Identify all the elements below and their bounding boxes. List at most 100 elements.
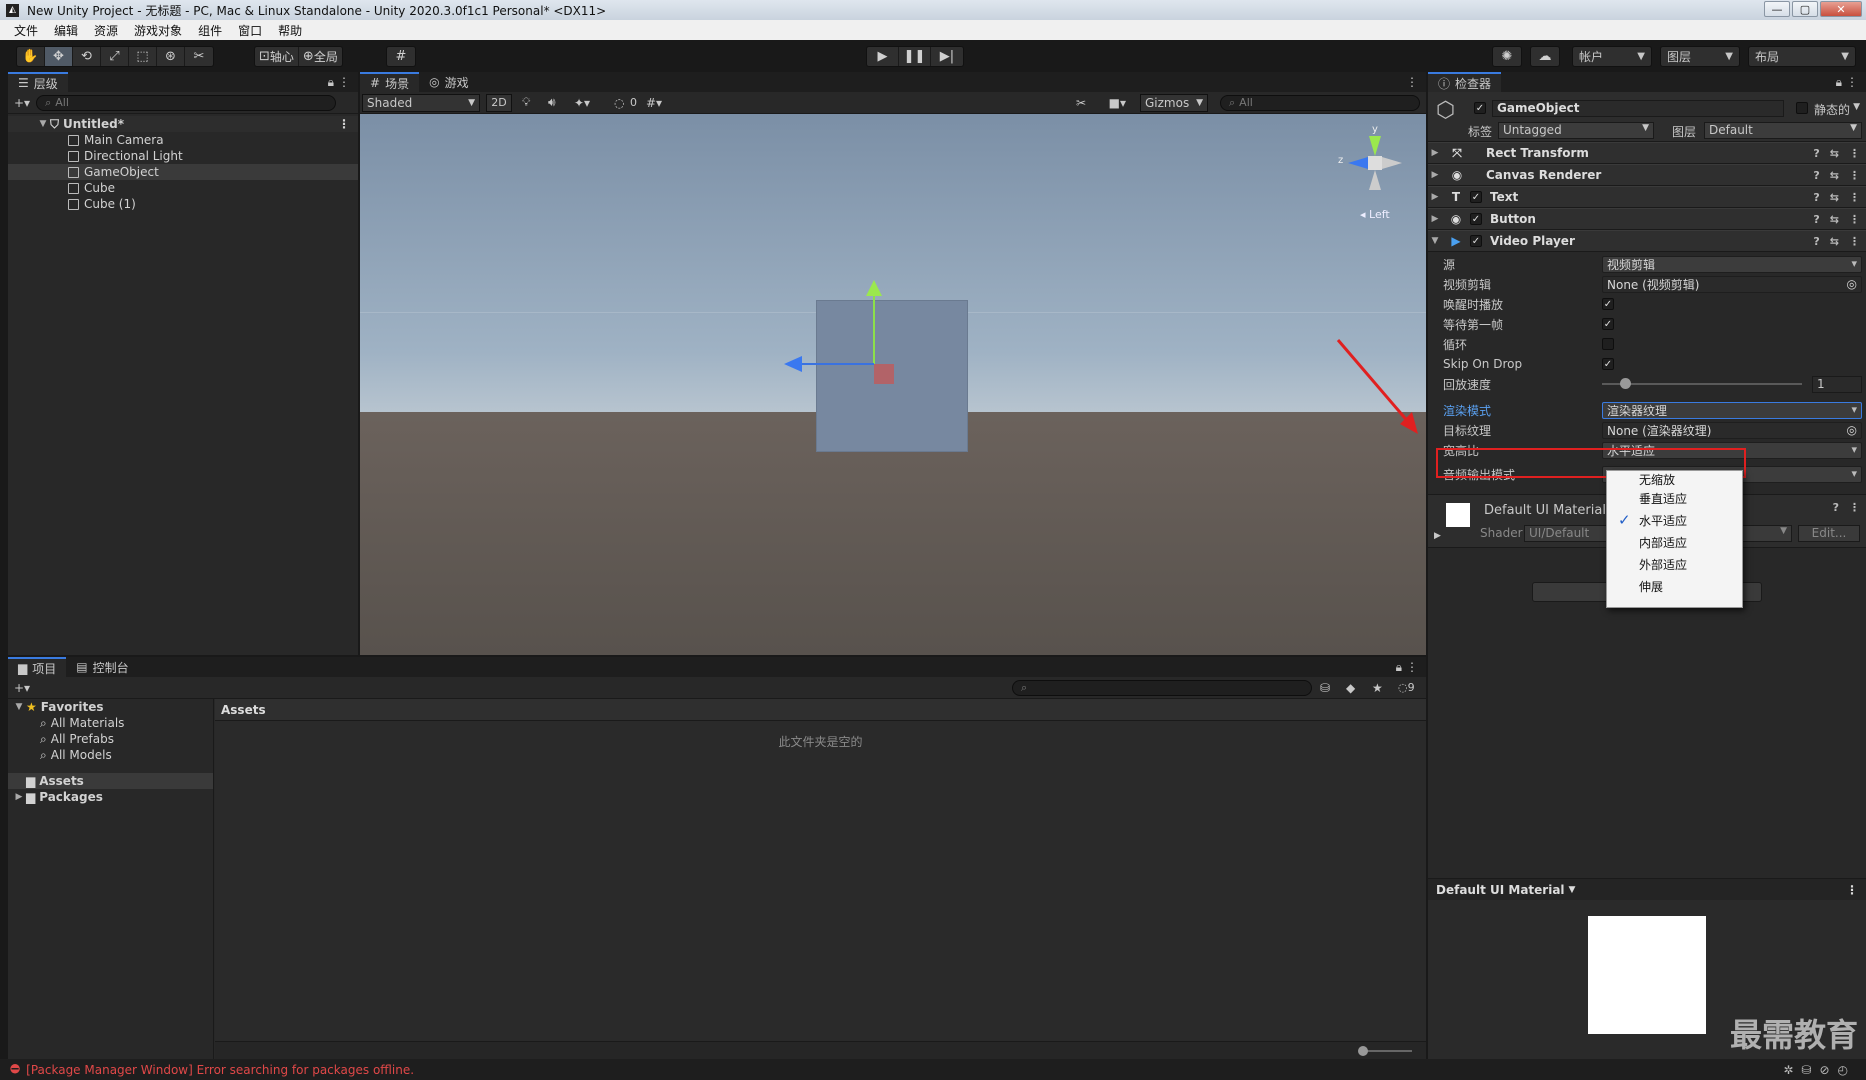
scale-tool-icon[interactable]: ⤢: [101, 47, 129, 66]
layers-dropdown[interactable]: 图层 ▼: [1660, 46, 1740, 67]
component-button[interactable]: ▶ ◉ ✓ Button ? ⇆ ⋮: [1428, 208, 1866, 230]
hidden-packages-indicator[interactable]: ◌9: [1398, 681, 1415, 694]
folder-assets[interactable]: ▆ Assets: [8, 773, 213, 789]
layer-dropdown[interactable]: Default ▼: [1704, 122, 1862, 139]
auto-refresh-icon[interactable]: ⊘: [1819, 1063, 1837, 1077]
hierarchy-item[interactable]: Cube: [8, 180, 358, 196]
favorite-item[interactable]: ⌕ All Prefabs: [8, 731, 213, 747]
aspect-option[interactable]: 无缩放: [1607, 471, 1742, 487]
gizmos-dropdown[interactable]: Gizmos ▼: [1140, 93, 1208, 112]
zoom-slider-track[interactable]: [1362, 1050, 1412, 1052]
favorite-item[interactable]: ⌕ All Materials: [8, 715, 213, 731]
status-message[interactable]: [Package Manager Window] Error searching…: [26, 1063, 414, 1077]
aspect-option[interactable]: 伸展: [1607, 575, 1742, 597]
menu-component[interactable]: 组件: [192, 22, 232, 39]
transform-tool-icon[interactable]: ⊛: [157, 47, 185, 66]
cloud-icon[interactable]: ☁: [1531, 47, 1559, 66]
grid-snap-icon[interactable]: #: [387, 47, 415, 66]
tab-project[interactable]: ▆ 项目: [8, 657, 67, 677]
move-tool-icon[interactable]: ✥: [45, 47, 73, 66]
camera-icon[interactable]: ■▾: [1109, 96, 1126, 110]
tag-dropdown[interactable]: Untagged ▼: [1498, 122, 1654, 139]
collab-icon[interactable]: ✺: [1493, 47, 1521, 66]
aspect-option-checked[interactable]: ✓ 水平适应: [1607, 509, 1742, 531]
menu-assets[interactable]: 资源: [88, 22, 128, 39]
playback-speed-input[interactable]: 1: [1812, 375, 1862, 393]
tab-hierarchy[interactable]: ☰ 层级: [8, 72, 68, 92]
shader-edit-button[interactable]: Edit...: [1798, 525, 1860, 542]
folder-packages[interactable]: ▶ ▆ Packages: [8, 789, 213, 805]
lighting-icon[interactable]: 💡︎: [522, 95, 530, 110]
zoom-slider-thumb[interactable]: [1358, 1046, 1368, 1056]
skip-on-drop-checkbox[interactable]: ✓: [1602, 358, 1614, 370]
help-icon[interactable]: ?: [1813, 191, 1819, 204]
menu-window[interactable]: 窗口: [232, 22, 272, 39]
wait-first-frame-checkbox[interactable]: ✓: [1602, 318, 1614, 330]
favorites-row[interactable]: ▼ ★ Favorites: [8, 699, 213, 715]
grid-toggle-icon[interactable]: #▾: [646, 96, 662, 110]
tools-icon[interactable]: ✂: [1076, 96, 1086, 110]
add-icon[interactable]: +▾: [14, 681, 30, 695]
maximize-button[interactable]: ▢: [1792, 1, 1818, 17]
loop-checkbox[interactable]: [1602, 338, 1614, 350]
more-menu-icon[interactable]: ⋮: [1406, 660, 1418, 674]
close-button[interactable]: ✕: [1820, 1, 1862, 17]
play-on-awake-checkbox[interactable]: ✓: [1602, 298, 1614, 310]
filter-type-icon[interactable]: ⛁: [1320, 681, 1330, 695]
more-menu-icon[interactable]: ⋮: [1406, 75, 1418, 89]
bug-icon[interactable]: ✲: [1783, 1063, 1801, 1077]
help-icon[interactable]: ?: [1813, 213, 1819, 226]
tab-game[interactable]: ◎ 游戏: [419, 72, 479, 92]
audio-icon[interactable]: 🔊︎: [548, 95, 556, 110]
active-checkbox[interactable]: ✓: [1474, 102, 1486, 114]
aspect-option[interactable]: 垂直适应: [1607, 487, 1742, 509]
tab-inspector[interactable]: ⓘ 检查器: [1428, 72, 1502, 92]
tab-console[interactable]: ▤ 控制台: [66, 657, 138, 677]
menu-help[interactable]: 帮助: [272, 22, 312, 39]
more-menu-icon[interactable]: ⋮: [1849, 191, 1860, 204]
component-rect-transform[interactable]: ▶ ⤧ Rect Transform ? ⇆ ⋮: [1428, 142, 1866, 164]
help-icon[interactable]: ?: [1833, 501, 1839, 514]
rect-tool-icon[interactable]: ⬚: [129, 47, 157, 66]
pivot-toggle[interactable]: ⊡ 轴心: [255, 47, 299, 66]
aspect-option[interactable]: 内部适应: [1607, 531, 1742, 553]
chevron-down-icon[interactable]: ▼: [1853, 102, 1860, 112]
more-menu-icon[interactable]: ⋮: [1849, 501, 1860, 514]
clip-object-field[interactable]: None (视频剪辑) ◎: [1602, 275, 1862, 293]
more-menu-icon[interactable]: ⋮: [1849, 147, 1860, 160]
render-mode-dropdown[interactable]: 渲染器纹理: [1602, 401, 1862, 419]
source-dropdown[interactable]: 视频剪辑: [1602, 255, 1862, 273]
help-icon[interactable]: ?: [1813, 169, 1819, 182]
aspect-option[interactable]: 外部适应: [1607, 553, 1742, 575]
lock-icon[interactable]: 🔒︎: [328, 75, 334, 90]
favorite-item[interactable]: ⌕ All Models: [8, 747, 213, 763]
add-icon[interactable]: +▾: [14, 96, 30, 110]
minimize-button[interactable]: —: [1764, 1, 1790, 17]
lock-icon[interactable]: 🔒︎: [1396, 660, 1402, 675]
preset-icon[interactable]: ⇆: [1830, 169, 1839, 182]
project-breadcrumb[interactable]: Assets: [215, 699, 1426, 721]
playback-speed-slider-thumb[interactable]: [1620, 378, 1631, 389]
component-canvas-renderer[interactable]: ▶ ◉ Canvas Renderer ? ⇆ ⋮: [1428, 164, 1866, 186]
shading-dropdown[interactable]: Shaded ▼: [362, 93, 480, 112]
effects-icon[interactable]: ✦▾: [574, 96, 590, 110]
scene-viewport[interactable]: y z ◂ Left: [360, 114, 1426, 655]
playback-speed-slider-track[interactable]: [1602, 383, 1802, 385]
hierarchy-item-selected[interactable]: GameObject: [8, 164, 358, 180]
component-enabled-checkbox[interactable]: ✓: [1470, 235, 1482, 247]
account-dropdown[interactable]: 帐户 ▼: [1572, 46, 1652, 67]
more-menu-icon[interactable]: ⋮: [338, 75, 350, 89]
menu-edit[interactable]: 编辑: [48, 22, 88, 39]
filter-label-icon[interactable]: ◆: [1346, 681, 1355, 695]
component-enabled-checkbox[interactable]: ✓: [1470, 213, 1482, 225]
more-menu-icon[interactable]: ⋮: [1846, 883, 1858, 897]
mode-2d-button[interactable]: 2D: [486, 93, 512, 112]
scene-search-input[interactable]: ⌕ All: [1220, 94, 1420, 111]
cache-icon[interactable]: ⛁: [1801, 1063, 1819, 1077]
preset-icon[interactable]: ⇆: [1830, 147, 1839, 160]
more-menu-icon[interactable]: ⋮: [1849, 235, 1860, 248]
hand-tool-icon[interactable]: ✋: [17, 47, 45, 66]
target-texture-field[interactable]: None (渲染器纹理) ◎: [1602, 421, 1862, 439]
lock-icon[interactable]: 🔒︎: [1836, 75, 1842, 90]
preset-icon[interactable]: ⇆: [1830, 191, 1839, 204]
